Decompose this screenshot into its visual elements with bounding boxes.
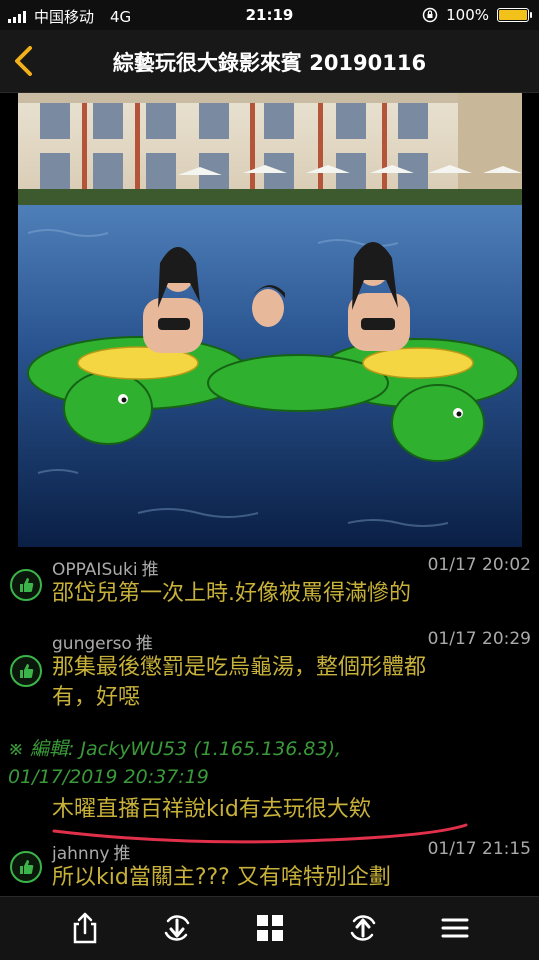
comment-text-line: 那集最後懲罰是吃烏龜湯，整個形體都 bbox=[52, 655, 427, 680]
comment-time: 01/17 20:02 bbox=[427, 555, 531, 575]
comment-text-line: 有，好噁 bbox=[52, 685, 141, 710]
post-photo[interactable] bbox=[18, 93, 522, 547]
grid-icon bbox=[257, 915, 283, 941]
nav-bar: 綜藝玩很大錄影來賓 20190116 bbox=[0, 30, 539, 93]
comment-user[interactable]: OPPAISuki bbox=[52, 560, 138, 580]
orientation-lock-icon bbox=[422, 7, 438, 23]
menu-icon bbox=[441, 918, 469, 938]
comment-text: 邵岱兒第一次上時.好像被罵得滿慘的 bbox=[52, 581, 411, 606]
edit-note-line: 01/17/2019 20:37:19 bbox=[8, 766, 209, 788]
refresh-down-button[interactable] bbox=[160, 911, 194, 945]
thumbs-up-icon[interactable] bbox=[10, 569, 42, 601]
menu-button[interactable] bbox=[438, 911, 472, 945]
comment-meta: jahnny 推 01/17 21:15 bbox=[52, 839, 531, 864]
battery-percent: 100% bbox=[446, 6, 489, 24]
status-bar: 中国移动 4G 21:19 100% bbox=[0, 0, 539, 30]
comment-item: gungerso 推 01/17 20:29 那集最後懲罰是吃烏龜湯，整個形體都 … bbox=[0, 629, 539, 731]
comment-list: OPPAISuki 推 01/17 20:02 邵岱兒第一次上時.好像被罵得滿慘的… bbox=[0, 555, 539, 896]
comment-item: OPPAISuki 推 01/17 20:02 邵岱兒第一次上時.好像被罵得滿慘的 bbox=[0, 555, 539, 623]
comment-meta: OPPAISuki 推 01/17 20:02 bbox=[52, 555, 531, 580]
comment-tag: 推 bbox=[113, 844, 131, 864]
edit-note-line: ※ 編輯: JackyWU53 (1.165.136.83), bbox=[8, 738, 342, 760]
comment-tag: 推 bbox=[141, 560, 159, 580]
page-title: 綜藝玩很大錄影來賓 20190116 bbox=[112, 51, 427, 75]
share-button[interactable] bbox=[68, 911, 102, 945]
grid-button[interactable] bbox=[253, 911, 287, 945]
edit-block: ※ 編輯: JackyWU53 (1.165.136.83), 01/17/20… bbox=[0, 735, 539, 844]
comment-user[interactable]: gungerso bbox=[52, 634, 132, 654]
comment-user[interactable]: jahnny bbox=[52, 844, 110, 864]
comment-text: 所以kid當關主??? 又有啥特別企劃 bbox=[52, 865, 391, 890]
comment-tag: 推 bbox=[135, 634, 153, 654]
battery-icon bbox=[497, 8, 532, 22]
comment-time: 01/17 21:15 bbox=[427, 839, 531, 859]
comment-time: 01/17 20:29 bbox=[427, 629, 531, 649]
comment-item: jahnny 推 01/17 21:15 所以kid當關主??? 又有啥特別企劃 bbox=[0, 839, 539, 896]
edit-body: 木曜直播百祥說kid有去玩很大欸 bbox=[52, 797, 371, 822]
status-right: 100% bbox=[422, 6, 532, 24]
thumbs-up-icon[interactable] bbox=[10, 851, 42, 883]
pool-photo-illustration bbox=[18, 93, 522, 547]
post-content: OPPAISuki 推 01/17 20:02 邵岱兒第一次上時.好像被罵得滿慘的… bbox=[0, 93, 539, 896]
comment-meta: gungerso 推 01/17 20:29 bbox=[52, 629, 531, 654]
bottom-toolbar bbox=[0, 896, 539, 960]
thumbs-up-icon[interactable] bbox=[10, 655, 42, 687]
upload-refresh-icon bbox=[350, 915, 376, 941]
share-icon bbox=[73, 912, 97, 944]
download-refresh-icon bbox=[164, 915, 190, 941]
refresh-up-button[interactable] bbox=[346, 911, 380, 945]
